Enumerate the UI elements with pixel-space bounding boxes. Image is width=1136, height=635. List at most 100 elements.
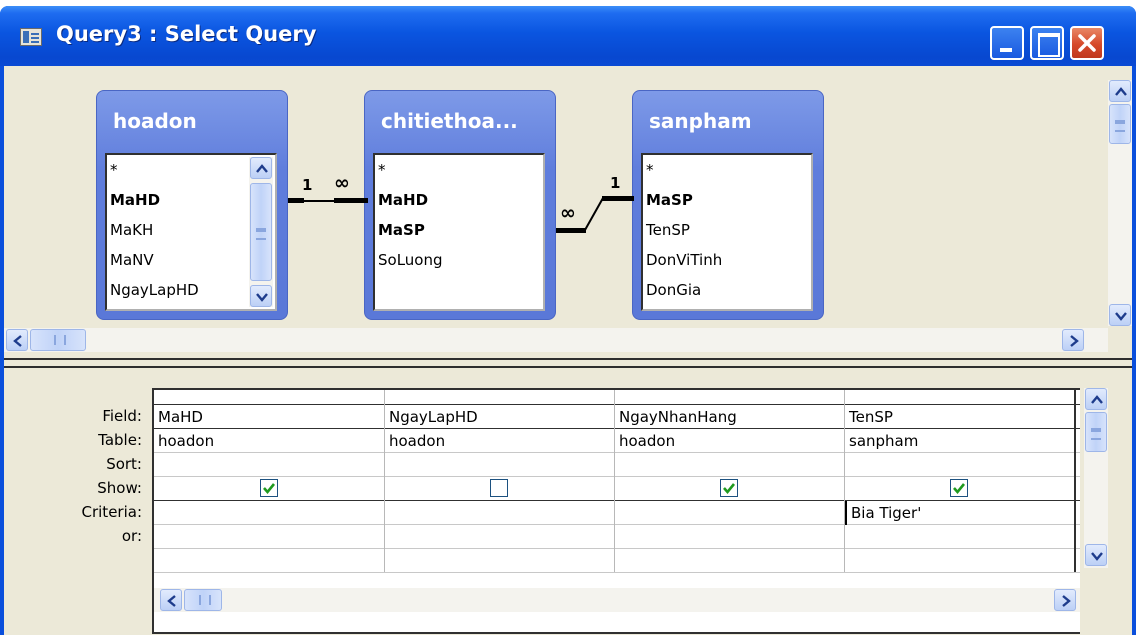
field-item-key[interactable]: MaSP: [646, 185, 693, 215]
field-list-sanpham[interactable]: sanpham * MaSP TenSP DonViTinh DonGia: [632, 90, 824, 320]
show-checkbox[interactable]: [490, 479, 508, 497]
checkmark-icon: [723, 483, 736, 495]
scroll-thumb[interactable]: [184, 589, 222, 611]
design-grid-pane: Field: Table: Sort: Show: Criteria: or:: [4, 372, 1132, 635]
table-cell[interactable]: hoadon: [154, 429, 384, 453]
or-cell[interactable]: [385, 525, 614, 549]
scroll-left-button[interactable]: [6, 329, 28, 351]
scroll-up-button[interactable]: [1109, 80, 1131, 102]
scroll-up-button[interactable]: [250, 157, 272, 179]
client-area: hoadon * MaHD MaKH MaNV NgayLapHD chitie…: [4, 66, 1132, 635]
scroll-right-button[interactable]: [1062, 329, 1084, 351]
join-many-label: ∞: [334, 172, 350, 194]
or-cell[interactable]: [845, 525, 1074, 549]
field-item[interactable]: DonViTinh: [646, 245, 722, 275]
chevron-down-icon: [1115, 312, 1127, 321]
scroll-thumb[interactable]: [30, 329, 86, 351]
field-item[interactable]: DonGia: [646, 275, 701, 305]
window-title: Query3 : Select Query: [56, 22, 317, 46]
sort-cell[interactable]: [154, 453, 384, 477]
query-design-grid: MaHD hoadon NgayLapHD hoadon NgayNhanHan…: [152, 388, 1080, 634]
or-cell[interactable]: [615, 525, 844, 549]
field-item[interactable]: *: [646, 155, 654, 185]
field-cell[interactable]: TenSP: [845, 405, 1074, 429]
field-list-box: * MaHD MaSP SoLuong: [373, 153, 545, 311]
show-checkbox[interactable]: [720, 479, 738, 497]
chevron-up-icon: [256, 164, 268, 173]
field-item[interactable]: NgayLapHD: [110, 275, 199, 305]
field-cell[interactable]: NgayLapHD: [385, 405, 614, 429]
row-label-or: or:: [121, 527, 142, 545]
row-label-criteria: Criteria:: [81, 503, 143, 521]
query-window: Query3 : Select Query hoadon * MaHD MaKH…: [0, 6, 1136, 635]
criteria-cell[interactable]: [615, 501, 844, 525]
scroll-right-button[interactable]: [1054, 589, 1076, 611]
chevron-left-icon: [13, 335, 22, 347]
scroll-thumb[interactable]: [1085, 412, 1107, 452]
title-bar[interactable]: Query3 : Select Query: [0, 6, 1136, 66]
scroll-down-button[interactable]: [250, 285, 272, 307]
field-list-box: * MaHD MaKH MaNV NgayLapHD: [105, 153, 277, 311]
field-list-title[interactable]: chitiethoa...: [381, 109, 518, 133]
field-item[interactable]: *: [378, 155, 386, 185]
field-list-scrollbar[interactable]: [249, 157, 273, 307]
table-cell[interactable]: hoadon: [615, 429, 844, 453]
scroll-left-button[interactable]: [160, 589, 182, 611]
chevron-left-icon: [167, 595, 176, 607]
row-label-show: Show:: [97, 479, 142, 497]
criteria-cell[interactable]: Bia Tiger': [845, 501, 1074, 525]
field-list-box: * MaSP TenSP DonViTinh DonGia: [641, 153, 813, 311]
row-label-sort: Sort:: [106, 455, 142, 473]
field-list-hoadon[interactable]: hoadon * MaHD MaKH MaNV NgayLapHD: [96, 90, 288, 320]
close-button[interactable]: [1070, 26, 1104, 60]
field-item-key[interactable]: MaSP: [378, 215, 425, 245]
grid-hscrollbar[interactable]: [154, 588, 1080, 612]
field-cell[interactable]: NgayNhanHang: [615, 405, 844, 429]
field-item[interactable]: SoLuong: [378, 245, 443, 275]
scroll-up-button[interactable]: [1085, 388, 1107, 410]
scroll-down-button[interactable]: [1085, 544, 1107, 566]
show-checkbox[interactable]: [260, 479, 278, 497]
field-list-title[interactable]: hoadon: [113, 109, 197, 133]
query-icon: [20, 28, 42, 46]
field-item-key[interactable]: MaHD: [378, 185, 428, 215]
table-cell[interactable]: hoadon: [385, 429, 614, 453]
scroll-thumb[interactable]: [250, 183, 272, 281]
sort-cell[interactable]: [845, 453, 1074, 477]
field-list-chitiethoadon[interactable]: chitiethoa... * MaHD MaSP SoLuong: [364, 90, 556, 320]
field-item[interactable]: TenSP: [646, 215, 690, 245]
scroll-down-button[interactable]: [1109, 304, 1131, 326]
sort-cell[interactable]: [385, 453, 614, 477]
criteria-cell[interactable]: [385, 501, 614, 525]
field-item[interactable]: *: [110, 155, 118, 185]
scroll-thumb[interactable]: [1109, 104, 1131, 144]
join-many-label: ∞: [560, 202, 576, 224]
criteria-cell[interactable]: [154, 501, 384, 525]
chevron-right-icon: [1070, 335, 1079, 347]
field-item-key[interactable]: MaHD: [110, 185, 160, 215]
join-one-label: 1: [302, 176, 313, 194]
field-item[interactable]: MaNV: [110, 245, 154, 275]
table-pane-hscrollbar[interactable]: [4, 328, 1108, 352]
or-cell[interactable]: [154, 525, 384, 549]
show-checkbox[interactable]: [950, 479, 968, 497]
field-cell[interactable]: MaHD: [154, 405, 384, 429]
field-list-title[interactable]: sanpham: [649, 109, 752, 133]
chevron-down-icon: [256, 293, 268, 302]
minimize-button[interactable]: [990, 26, 1024, 60]
chevron-up-icon: [1115, 87, 1127, 96]
table-pane-vscrollbar[interactable]: [1108, 80, 1132, 326]
sort-cell[interactable]: [615, 453, 844, 477]
table-cell[interactable]: sanpham: [845, 429, 1074, 453]
checkmark-icon: [953, 483, 966, 495]
chevron-right-icon: [1062, 595, 1071, 607]
chevron-up-icon: [1091, 395, 1103, 404]
pane-splitter[interactable]: [4, 358, 1132, 372]
chevron-down-icon: [1091, 552, 1103, 561]
field-item[interactable]: MaKH: [110, 215, 153, 245]
row-label-table: Table:: [98, 431, 142, 449]
checkmark-icon: [263, 483, 276, 495]
row-label-field: Field:: [102, 407, 142, 425]
grid-vscrollbar[interactable]: [1084, 388, 1108, 568]
maximize-button[interactable]: [1030, 26, 1064, 60]
